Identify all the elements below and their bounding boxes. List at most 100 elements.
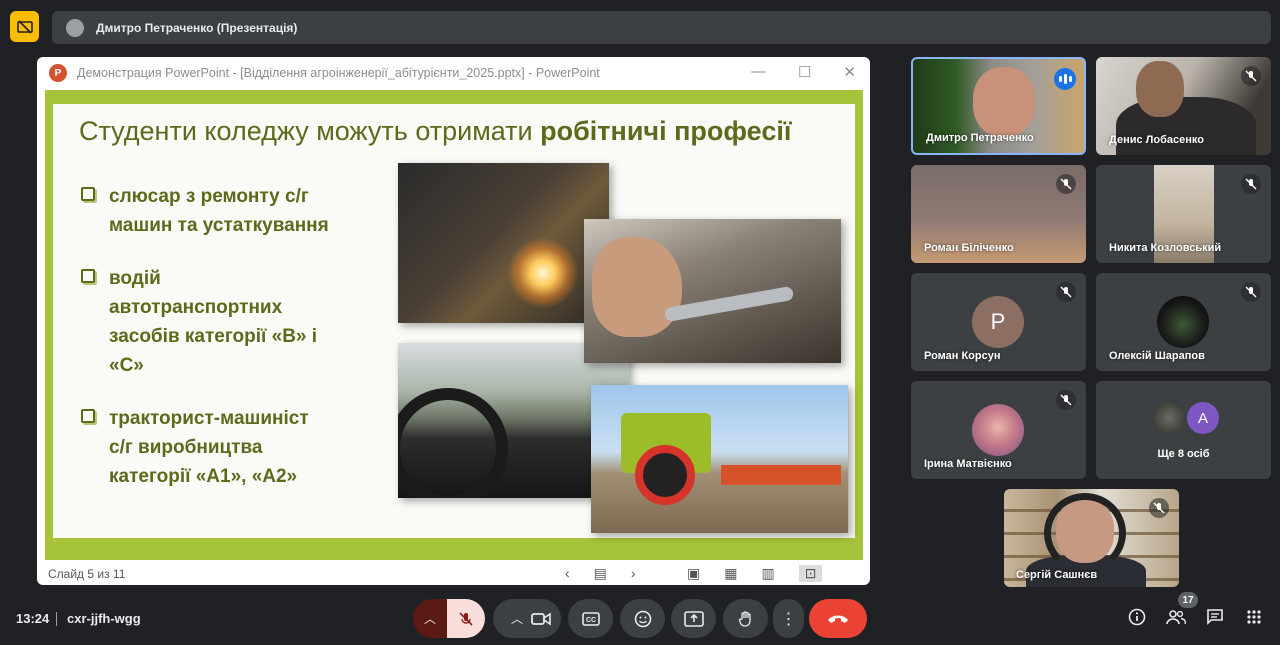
present-screen-icon bbox=[683, 610, 704, 627]
people-icon bbox=[1166, 610, 1186, 625]
participant-tile[interactable]: Дмитро Петраченко bbox=[911, 57, 1086, 155]
captions-icon: CC bbox=[581, 611, 600, 626]
bullet-line: слюсар з ремонту с/г bbox=[109, 186, 309, 207]
reactions-button[interactable] bbox=[620, 599, 665, 638]
previous-slide-icon[interactable]: ‹ bbox=[565, 565, 570, 582]
participant-tile[interactable]: Никита Козловський bbox=[1096, 165, 1271, 263]
avatar: A bbox=[1187, 402, 1219, 434]
hand-icon bbox=[738, 610, 751, 627]
participant-name: Дмитро Петраченко bbox=[926, 132, 1034, 144]
mic-off-icon bbox=[1241, 282, 1261, 302]
bullet-list: слюсар з ремонту с/г машин та устаткуван… bbox=[81, 182, 381, 515]
participant-tile[interactable]: Роман Біліченко bbox=[911, 165, 1086, 263]
meeting-info-button[interactable] bbox=[1127, 607, 1147, 627]
participant-name: Роман Корсун bbox=[924, 350, 1001, 362]
participant-name: Никита Козловський bbox=[1109, 242, 1222, 254]
audio-settings-chevron-icon[interactable]: ︿ bbox=[413, 599, 447, 638]
video-settings-chevron-icon[interactable]: ︿ bbox=[503, 610, 531, 627]
avatar bbox=[1157, 296, 1209, 348]
captions-button[interactable]: CC bbox=[568, 599, 613, 638]
mic-off-icon bbox=[1149, 498, 1169, 518]
avatar bbox=[1153, 402, 1185, 434]
participant-name: Олексій Шарапов bbox=[1109, 350, 1205, 362]
self-view-tile[interactable]: Сергій Сашнєв bbox=[1004, 489, 1179, 587]
powerpoint-logo-icon: P bbox=[49, 64, 67, 82]
slide-title: Студенти коледжу можуть отримати робітни… bbox=[79, 116, 791, 147]
present-icon bbox=[16, 19, 33, 34]
slide-title-regular: Студенти коледжу можуть отримати bbox=[79, 116, 541, 146]
end-call-icon bbox=[828, 615, 848, 623]
mic-off-icon bbox=[459, 611, 473, 626]
welding-photo bbox=[398, 163, 609, 323]
more-options-button[interactable]: ⋮ bbox=[773, 599, 804, 638]
mic-toggle-button[interactable] bbox=[447, 599, 485, 638]
mic-off-icon bbox=[1056, 390, 1076, 410]
microphone-control: ︿ bbox=[413, 599, 485, 638]
powerpoint-window: P Демонстрация PowerPoint - [Відділення … bbox=[37, 57, 870, 585]
info-icon bbox=[1128, 608, 1146, 626]
participant-tile[interactable]: Денис Лобасенко bbox=[1096, 57, 1271, 155]
emoji-icon bbox=[634, 610, 651, 627]
camera-toggle-button[interactable] bbox=[531, 612, 551, 626]
checkbox-bullet-icon bbox=[81, 187, 95, 201]
side-panel-controls bbox=[1127, 607, 1264, 631]
speaking-indicator-icon bbox=[1054, 68, 1076, 90]
bullet-line: категорії «А1», «А2» bbox=[109, 466, 298, 487]
bullet-item: слюсар з ремонту с/г машин та устаткуван… bbox=[81, 182, 381, 240]
powerpoint-statusbar: Слайд 5 из 11 ‹ ▤ › ▣ ▦ ▥ ⊡ bbox=[37, 562, 870, 585]
bullet-line: машин та устаткування bbox=[109, 215, 329, 236]
bullet-line: автотранспортних bbox=[109, 297, 283, 318]
checkbox-bullet-icon bbox=[81, 409, 95, 423]
leave-call-button[interactable] bbox=[809, 599, 867, 638]
svg-text:CC: CC bbox=[585, 617, 595, 624]
minimize-icon[interactable]: — bbox=[751, 63, 766, 81]
normal-view-icon[interactable]: ▣ bbox=[687, 565, 700, 582]
participant-tile[interactable]: Ірина Матвієнко bbox=[911, 381, 1086, 479]
camera-control: ︿ bbox=[493, 599, 561, 638]
bullet-item: водій автотранспортних засобів категорії… bbox=[81, 264, 381, 380]
meet-window: Дмитро Петраченко (Презентація) P Демонс… bbox=[0, 0, 1280, 645]
participant-tile[interactable]: Олексій Шарапов bbox=[1096, 273, 1271, 371]
activities-button[interactable] bbox=[1244, 607, 1264, 627]
bullet-line: засобів категорії «В» і bbox=[109, 326, 318, 347]
meeting-code: cxr-jjfh-wgg bbox=[67, 611, 141, 626]
participant-tile[interactable]: P Роман Корсун bbox=[911, 273, 1086, 371]
presenter-avatar bbox=[66, 18, 84, 37]
participant-name: Роман Біліченко bbox=[924, 242, 1014, 254]
checkbox-bullet-icon bbox=[81, 269, 95, 283]
slideshow-view-icon[interactable]: ⊡ bbox=[798, 565, 823, 582]
self-view-name: Сергій Сашнєв bbox=[1016, 569, 1098, 581]
people-button[interactable] bbox=[1166, 607, 1186, 627]
bullet-line: с/г виробництва bbox=[109, 437, 263, 458]
more-vert-icon: ⋮ bbox=[780, 610, 797, 628]
reading-view-icon[interactable]: ▥ bbox=[761, 565, 774, 582]
divider bbox=[56, 612, 57, 626]
slide-menu-icon[interactable]: ▤ bbox=[594, 565, 607, 582]
slide-counter: Слайд 5 из 11 bbox=[48, 566, 126, 581]
raise-hand-button[interactable] bbox=[723, 599, 768, 638]
maximize-icon[interactable]: ☐ bbox=[798, 63, 811, 81]
slide-sorter-icon[interactable]: ▦ bbox=[724, 565, 737, 582]
bullet-line: тракторист-машиніст bbox=[109, 408, 309, 429]
bullet-item: тракторист-машиніст с/г виробництва кате… bbox=[81, 404, 381, 491]
camera-icon bbox=[531, 612, 551, 625]
presenting-indicator[interactable] bbox=[10, 11, 39, 42]
avatar bbox=[972, 404, 1024, 456]
chat-button[interactable] bbox=[1205, 607, 1225, 627]
participant-name: Ірина Матвієнко bbox=[924, 458, 1012, 470]
mic-off-icon bbox=[1056, 174, 1076, 194]
more-participants-label: Ще 8 осіб bbox=[1157, 448, 1210, 460]
close-icon[interactable]: ✕ bbox=[843, 63, 856, 81]
present-screen-button[interactable] bbox=[671, 599, 716, 638]
meeting-clock: 13:24 bbox=[16, 611, 50, 626]
next-slide-icon[interactable]: › bbox=[631, 565, 636, 582]
mic-off-icon bbox=[1241, 174, 1261, 194]
slide-title-bold: робітничі професії bbox=[540, 116, 792, 146]
more-participants-tile[interactable]: A Ще 8 осіб bbox=[1096, 381, 1271, 479]
presenter-banner-label: Дмитро Петраченко (Презентація) bbox=[96, 20, 298, 35]
mic-off-icon bbox=[1056, 282, 1076, 302]
mic-off-icon bbox=[1241, 66, 1261, 86]
bullet-line: «С» bbox=[109, 355, 144, 376]
powerpoint-window-title: Демонстрация PowerPoint - [Відділення аг… bbox=[77, 66, 600, 80]
slide: Студенти коледжу можуть отримати робітни… bbox=[53, 104, 855, 538]
